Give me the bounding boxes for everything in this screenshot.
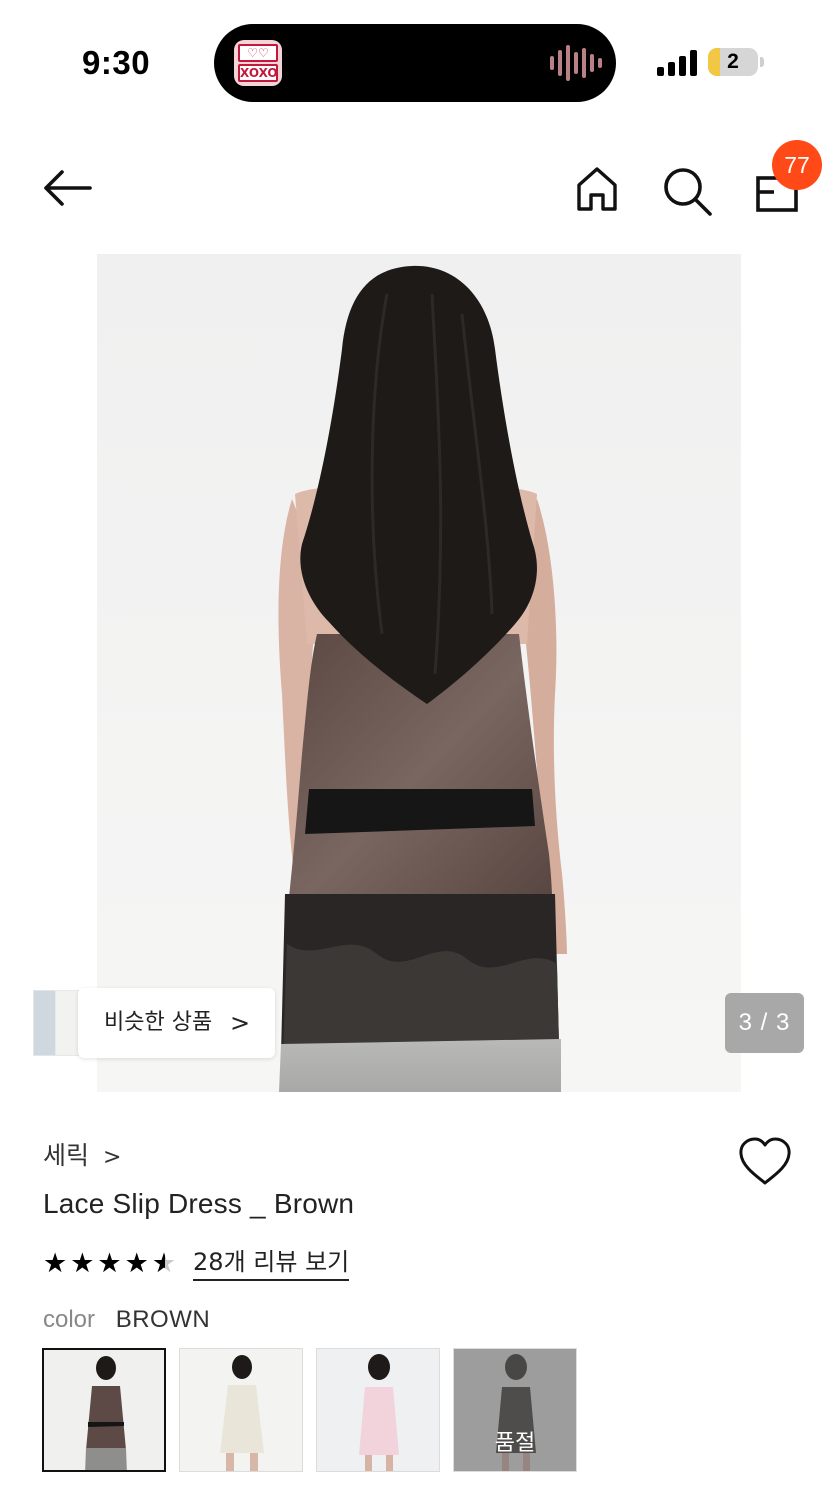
swatch-photo: [44, 1350, 164, 1470]
back-button[interactable]: [40, 166, 96, 210]
back-arrow-icon: [44, 170, 92, 206]
similar-thumbnail: [33, 990, 57, 1056]
audio-waveform-icon: [550, 44, 602, 82]
top-navigation: [0, 120, 838, 250]
color-swatch-black[interactable]: 품절: [453, 1348, 577, 1472]
product-photo: [97, 254, 741, 1092]
xoxo-app-icon: ♡♡ XOXO: [234, 40, 282, 86]
color-swatch-pink[interactable]: [316, 1348, 440, 1472]
status-time: 9:30: [82, 44, 151, 81]
search-icon: [664, 168, 712, 216]
star-rating-filled: ★★★★★: [43, 1248, 165, 1279]
cellular-signal-icon: [657, 50, 697, 76]
home-button[interactable]: [572, 164, 622, 214]
swatch-photo: [317, 1349, 439, 1471]
brand-link[interactable]: 세릭 >: [43, 1136, 121, 1172]
island-app-top-text: ♡♡: [238, 44, 278, 62]
rating-row: ★★★★★ ★★★★★ 28개 리뷰 보기: [43, 1246, 350, 1282]
product-name: Lace Slip Dress _ Brown: [43, 1188, 355, 1219]
dynamic-island[interactable]: ♡♡ XOXO: [214, 24, 616, 102]
reviews-link[interactable]: 28개 리뷰 보기: [193, 1247, 350, 1281]
brand-name: 세릭: [43, 1141, 90, 1170]
color-swatches: 품절: [42, 1348, 582, 1472]
island-app-bottom-text: XOXO: [238, 64, 278, 82]
color-swatch-brown[interactable]: [42, 1348, 166, 1472]
similar-products-label: 비슷한 상품: [104, 1010, 213, 1035]
color-swatch-ivory[interactable]: [179, 1348, 303, 1472]
image-page-counter: 3 / 3: [725, 993, 804, 1053]
cart-count-badge: 77: [772, 140, 822, 190]
similar-thumbnail: [55, 990, 79, 1056]
search-button[interactable]: [660, 164, 714, 218]
sold-out-label: 품절: [494, 1431, 536, 1456]
product-image-carousel[interactable]: [97, 254, 741, 1092]
battery-level: 2: [727, 50, 739, 73]
color-label: color: [43, 1306, 96, 1333]
wishlist-button[interactable]: [736, 1134, 794, 1188]
battery-tip: [760, 57, 764, 67]
selected-color-value: BROWN: [115, 1306, 211, 1333]
heart-icon: [739, 1137, 791, 1185]
similar-products-button[interactable]: 비슷한 상품 >: [78, 988, 275, 1058]
color-option-row: color BROWN: [43, 1306, 210, 1334]
similar-products-card[interactable]: 비슷한 상품 >: [33, 988, 275, 1058]
swatch-photo: [180, 1349, 302, 1471]
star-rating: ★★★★★ ★★★★★: [43, 1247, 179, 1281]
status-bar: 9:30 ♡♡ XOXO 2: [0, 0, 838, 120]
battery-icon: 2: [708, 48, 758, 76]
chevron-right-icon: >: [230, 1009, 251, 1037]
home-icon: [577, 167, 617, 211]
chevron-right-icon: >: [102, 1145, 122, 1170]
